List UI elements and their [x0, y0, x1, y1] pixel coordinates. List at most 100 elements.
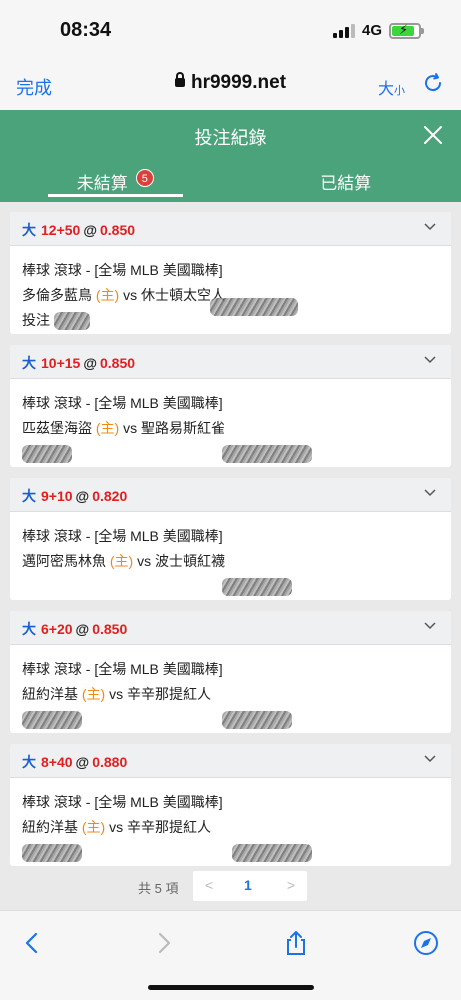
total-count: 共 5 項	[138, 881, 179, 896]
network-label: 4G	[361, 22, 382, 39]
league-label: 棒球 滾球 - [全場 MLB 美國職棒]	[22, 661, 223, 677]
home-team: 邁阿密馬林魚	[22, 553, 106, 569]
url-text: hr9999.net	[190, 72, 287, 93]
stake-line	[22, 840, 439, 865]
redacted-scribble	[232, 844, 312, 863]
home-team: 多倫多藍鳥	[22, 287, 92, 303]
bet-card-header[interactable]: 大 10+15 @0.850	[10, 345, 451, 379]
home-tag: (主)	[81, 686, 106, 702]
vs-label: vs	[109, 819, 124, 835]
bet-at: @	[83, 222, 97, 238]
chevron-down-icon[interactable]	[423, 353, 437, 367]
bet-card-header[interactable]: 大 12+50 @0.850	[10, 212, 451, 246]
chevron-down-icon[interactable]	[423, 220, 437, 234]
battery-icon: ⚡	[389, 22, 424, 39]
tab-bar: 未結算 5 已結算	[0, 160, 461, 202]
status-time: 08:34	[60, 19, 112, 41]
bet-line: 10+15	[41, 355, 81, 371]
pagination: 共 5 項 < 1 >	[0, 871, 461, 901]
bet-card[interactable]: 大 12+50 @0.850 棒球 滾球 - [全場 MLB 美國職棒] 多倫多藍鳥…	[10, 212, 451, 334]
bet-line: 8+40	[41, 754, 73, 770]
bet-at: @	[75, 488, 90, 504]
bet-card-body: 棒球 滾球 - [全場 MLB 美國職棒] 紐約洋基 (主) vs 辛辛那提紅人	[10, 645, 451, 732]
bet-card-header[interactable]: 大 6+20 @0.850	[10, 611, 451, 645]
bet-at: @	[83, 355, 97, 371]
bet-line: 9+10	[41, 488, 73, 504]
status-indicators: 4G ⚡	[332, 22, 424, 39]
vs-label: vs	[109, 686, 124, 702]
next-page-button[interactable]: >	[287, 877, 295, 893]
bet-card-header[interactable]: 大 9+10 @0.820	[10, 478, 451, 512]
league-label: 棒球 滾球 - [全場 MLB 美國職棒]	[22, 395, 223, 411]
tab-unsettled[interactable]: 未結算 5	[0, 160, 231, 202]
lock-icon	[174, 72, 185, 87]
back-icon[interactable]	[18, 929, 46, 957]
bet-card-header[interactable]: 大 8+40 @0.880	[10, 744, 451, 778]
bet-odds: 0.820	[92, 488, 128, 504]
match-line: 紐約洋基 (主) vs 辛辛那提紅人	[22, 815, 439, 840]
redacted-scribble	[222, 578, 292, 597]
bet-card[interactable]: 大 8+40 @0.880 棒球 滾球 - [全場 MLB 美國職棒] 紐約洋基 (…	[10, 744, 451, 866]
home-team: 紐約洋基	[22, 819, 78, 835]
bet-type: 大	[22, 754, 36, 770]
bet-type: 大	[22, 355, 36, 371]
league-label: 棒球 滾球 - [全場 MLB 美國職棒]	[22, 262, 223, 278]
forward-icon[interactable]	[150, 929, 178, 957]
home-team: 匹茲堡海盜	[22, 420, 92, 436]
share-icon[interactable]	[282, 929, 310, 957]
bet-card-body: 棒球 滾球 - [全場 MLB 美國職棒] 紐約洋基 (主) vs 辛辛那提紅人	[10, 778, 451, 865]
bet-odds: 0.880	[92, 754, 128, 770]
stake-line	[22, 441, 439, 466]
bet-type: 大	[22, 621, 36, 637]
compass-icon[interactable]	[412, 929, 440, 957]
tab-label: 已結算	[320, 174, 372, 193]
bet-list: 大 12+50 @0.850 棒球 滾球 - [全場 MLB 美國職棒] 多倫多藍鳥…	[10, 212, 451, 877]
modal-header: 投注紀錄	[0, 110, 461, 160]
home-tag: (主)	[95, 420, 120, 436]
match-line: 紐約洋基 (主) vs 辛辛那提紅人	[22, 682, 439, 707]
home-team: 紐約洋基	[22, 686, 78, 702]
tab-settled[interactable]: 已結算	[231, 160, 461, 202]
home-indicator	[148, 985, 314, 990]
chevron-down-icon[interactable]	[423, 752, 437, 766]
bet-odds: 0.850	[92, 621, 128, 637]
stake-line	[22, 574, 439, 599]
redacted-scribble	[22, 445, 72, 464]
bet-card-body: 棒球 滾球 - [全場 MLB 美國職棒] 邁阿密馬林魚 (主) vs 波士頓紅…	[10, 512, 451, 599]
close-icon[interactable]	[421, 123, 445, 147]
away-team: 辛辛那提紅人	[127, 819, 211, 835]
signal-icon	[332, 23, 355, 38]
page-number[interactable]: 1	[244, 877, 252, 893]
redacted-scribble	[209, 298, 298, 317]
pager: < 1 >	[193, 871, 307, 901]
vs-label: vs	[123, 287, 138, 303]
bet-card[interactable]: 大 6+20 @0.850 棒球 滾球 - [全場 MLB 美國職棒] 紐約洋基 (…	[10, 611, 451, 733]
browser-toolbar	[0, 910, 461, 1000]
bet-type: 大	[22, 222, 36, 238]
count-badge: 5	[135, 169, 154, 187]
prev-page-button[interactable]: <	[205, 877, 213, 893]
bet-card[interactable]: 大 9+10 @0.820 棒球 滾球 - [全場 MLB 美國職棒] 邁阿密馬林魚…	[10, 478, 451, 600]
reload-icon[interactable]	[421, 71, 445, 95]
vs-label: vs	[123, 420, 138, 436]
league-label: 棒球 滾球 - [全場 MLB 美國職棒]	[22, 794, 223, 810]
league-label: 棒球 滾球 - [全場 MLB 美國職棒]	[22, 528, 223, 544]
bet-card[interactable]: 大 10+15 @0.850 棒球 滾球 - [全場 MLB 美國職棒] 匹茲堡海盜…	[10, 345, 451, 467]
tab-label: 未結算	[76, 174, 128, 193]
chevron-down-icon[interactable]	[423, 486, 437, 500]
text-size-button[interactable]: 大小	[378, 75, 405, 99]
match-line: 邁阿密馬林魚 (主) vs 波士頓紅襪	[22, 549, 439, 574]
bet-odds: 0.850	[99, 355, 136, 371]
text-size-label-small: 小	[394, 85, 405, 97]
away-team: 聖路易斯紅雀	[141, 420, 225, 436]
vs-label: vs	[137, 553, 152, 569]
bet-at: @	[75, 754, 90, 770]
redacted-scribble	[22, 711, 82, 730]
modal-title: 投注紀錄	[194, 128, 267, 148]
stake-line	[22, 707, 439, 732]
bet-type: 大	[22, 488, 36, 504]
home-tag: (主)	[81, 819, 106, 835]
chevron-down-icon[interactable]	[423, 619, 437, 633]
bet-card-body: 棒球 滾球 - [全場 MLB 美國職棒] 多倫多藍鳥 (主) vs 休士頓太空…	[10, 246, 451, 333]
redacted-scribble	[222, 711, 292, 730]
